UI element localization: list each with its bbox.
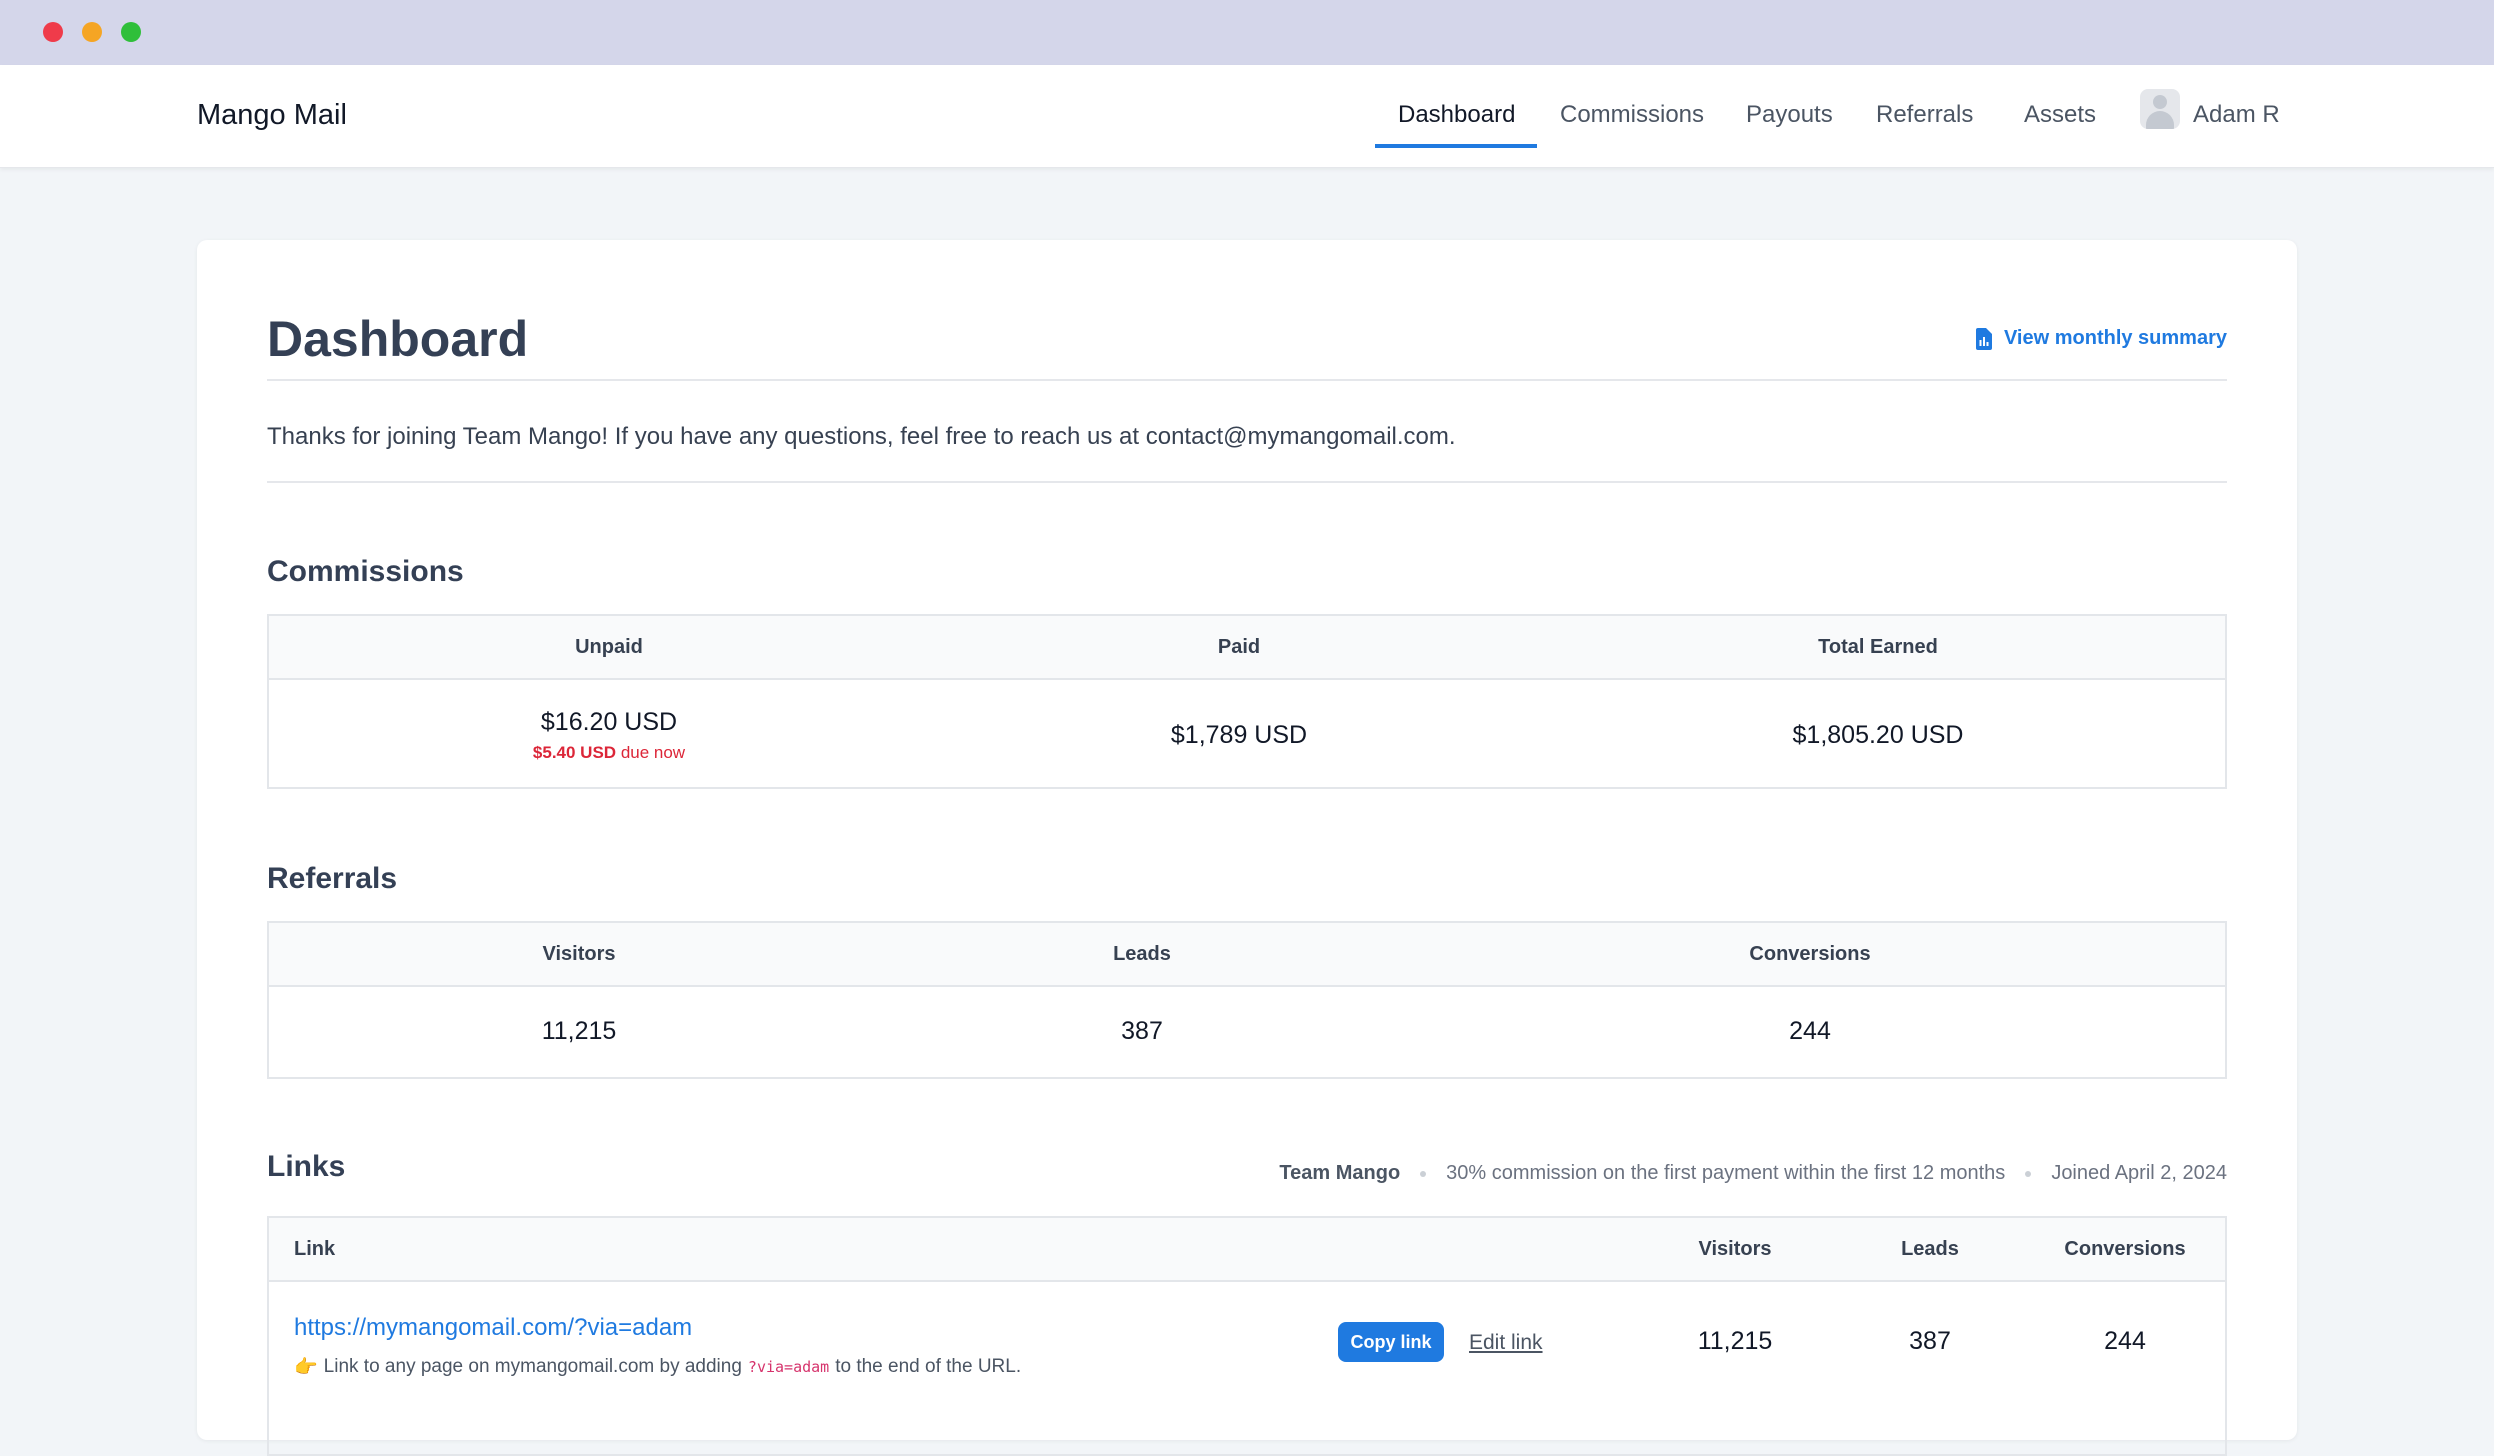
referral-link-url[interactable]: https://mymangomail.com/?via=adam bbox=[294, 1314, 692, 1342]
column-header-conversions: Conversions bbox=[2064, 1238, 2186, 1260]
due-now-note: $5.40 USD due now bbox=[533, 743, 685, 763]
link-conversions-value: 244 bbox=[2104, 1327, 2146, 1355]
due-amount: $5.40 USD bbox=[532, 743, 617, 762]
commissions-heading: Commissions bbox=[267, 555, 464, 588]
commissions-table: Unpaid Paid Total Earned $16.20 USD $5.4… bbox=[267, 614, 2227, 789]
separator-dot bbox=[1420, 1170, 1427, 1177]
column-header-paid: Paid bbox=[1217, 636, 1261, 658]
links-table: Link Visitors Leads Conversions https://… bbox=[267, 1216, 2227, 1456]
referrals-heading: Referrals bbox=[267, 862, 398, 895]
commission-terms: 30% commission on the first payment with… bbox=[1446, 1162, 2006, 1184]
table-row: https://mymangomail.com/?via=adam 👉 Link… bbox=[269, 1282, 2225, 1452]
hint-prefix: Link to any page on mymangomail.com by a… bbox=[323, 1356, 742, 1377]
column-header-link: Link bbox=[294, 1238, 336, 1260]
link-leads-value: 387 bbox=[1909, 1327, 1951, 1355]
column-header-total-earned: Total Earned bbox=[1818, 636, 1938, 658]
conversions-value: 244 bbox=[1789, 1017, 1831, 1045]
window-titlebar bbox=[0, 0, 2494, 65]
welcome-message: Thanks for joining Team Mango! If you ha… bbox=[267, 423, 1456, 450]
visitors-value: 11,215 bbox=[541, 1017, 617, 1045]
nav-item-referrals[interactable]: Referrals bbox=[1876, 101, 1973, 129]
active-tab-indicator bbox=[1375, 144, 1537, 148]
table-row: $16.20 USD $5.40 USD due now $1,789 USD … bbox=[269, 680, 2225, 787]
hint-code: ?via=adam bbox=[747, 1358, 830, 1376]
edit-link-button[interactable]: Edit link bbox=[1469, 1331, 1543, 1355]
due-suffix: due now bbox=[620, 743, 686, 762]
column-header-visitors: Visitors bbox=[1698, 1238, 1772, 1260]
team-name: Team Mango bbox=[1279, 1162, 1401, 1184]
referral-link-hint: 👉 Link to any page on mymangomail.com by… bbox=[294, 1355, 1021, 1379]
minimize-window-button[interactable] bbox=[82, 22, 102, 42]
document-chart-icon bbox=[1975, 327, 1992, 350]
joined-date: Joined April 2, 2024 bbox=[2051, 1162, 2227, 1184]
table-header: Visitors Leads Conversions bbox=[269, 923, 2225, 987]
links-heading: Links bbox=[267, 1150, 346, 1183]
column-header-leads: Leads bbox=[1901, 1238, 1959, 1260]
user-avatar-icon[interactable] bbox=[2140, 89, 2180, 129]
column-header-unpaid: Unpaid bbox=[575, 636, 643, 658]
pointing-hand-icon: 👉 bbox=[294, 1357, 318, 1378]
hint-suffix: to the end of the URL. bbox=[835, 1356, 1022, 1377]
nav-item-assets[interactable]: Assets bbox=[2024, 101, 2096, 129]
user-menu-name[interactable]: Adam R bbox=[2193, 101, 2280, 129]
table-header: Unpaid Paid Total Earned bbox=[269, 616, 2225, 680]
referrals-table: Visitors Leads Conversions 11,215 387 24… bbox=[267, 921, 2227, 1079]
view-monthly-summary-label: View monthly summary bbox=[2003, 327, 2227, 349]
divider bbox=[267, 481, 2227, 483]
column-header-leads: Leads bbox=[1113, 943, 1171, 965]
table-header: Link Visitors Leads Conversions bbox=[269, 1218, 2225, 1282]
paid-value: $1,789 USD bbox=[1170, 721, 1308, 749]
unpaid-value: $16.20 USD bbox=[540, 708, 678, 736]
nav-item-payouts[interactable]: Payouts bbox=[1746, 101, 1833, 129]
link-visitors-value: 11,215 bbox=[1697, 1327, 1773, 1355]
divider bbox=[267, 379, 2227, 381]
separator-dot bbox=[2025, 1170, 2032, 1177]
copy-link-button[interactable]: Copy link bbox=[1338, 1322, 1444, 1362]
dashboard-card: Dashboard View monthly summary Thanks fo… bbox=[197, 240, 2297, 1456]
column-header-visitors: Visitors bbox=[542, 943, 616, 965]
nav-item-commissions[interactable]: Commissions bbox=[1560, 101, 1704, 129]
nav-item-dashboard[interactable]: Dashboard bbox=[1398, 101, 1515, 129]
column-header-conversions: Conversions bbox=[1749, 943, 1871, 965]
close-window-button[interactable] bbox=[43, 22, 63, 42]
brand-logo-text[interactable]: Mango Mail bbox=[197, 99, 347, 132]
table-row: 11,215 387 244 bbox=[269, 987, 2225, 1077]
view-monthly-summary-link[interactable]: View monthly summary bbox=[1975, 327, 2227, 350]
top-navigation: Mango Mail Dashboard Commissions Payouts… bbox=[0, 65, 2494, 168]
total-earned-value: $1,805.20 USD bbox=[1792, 721, 1964, 749]
leads-value: 387 bbox=[1121, 1017, 1163, 1045]
page-title: Dashboard bbox=[267, 311, 529, 367]
maximize-window-button[interactable] bbox=[121, 22, 141, 42]
program-meta: Team Mango 30% commission on the first p… bbox=[1279, 1162, 2227, 1185]
